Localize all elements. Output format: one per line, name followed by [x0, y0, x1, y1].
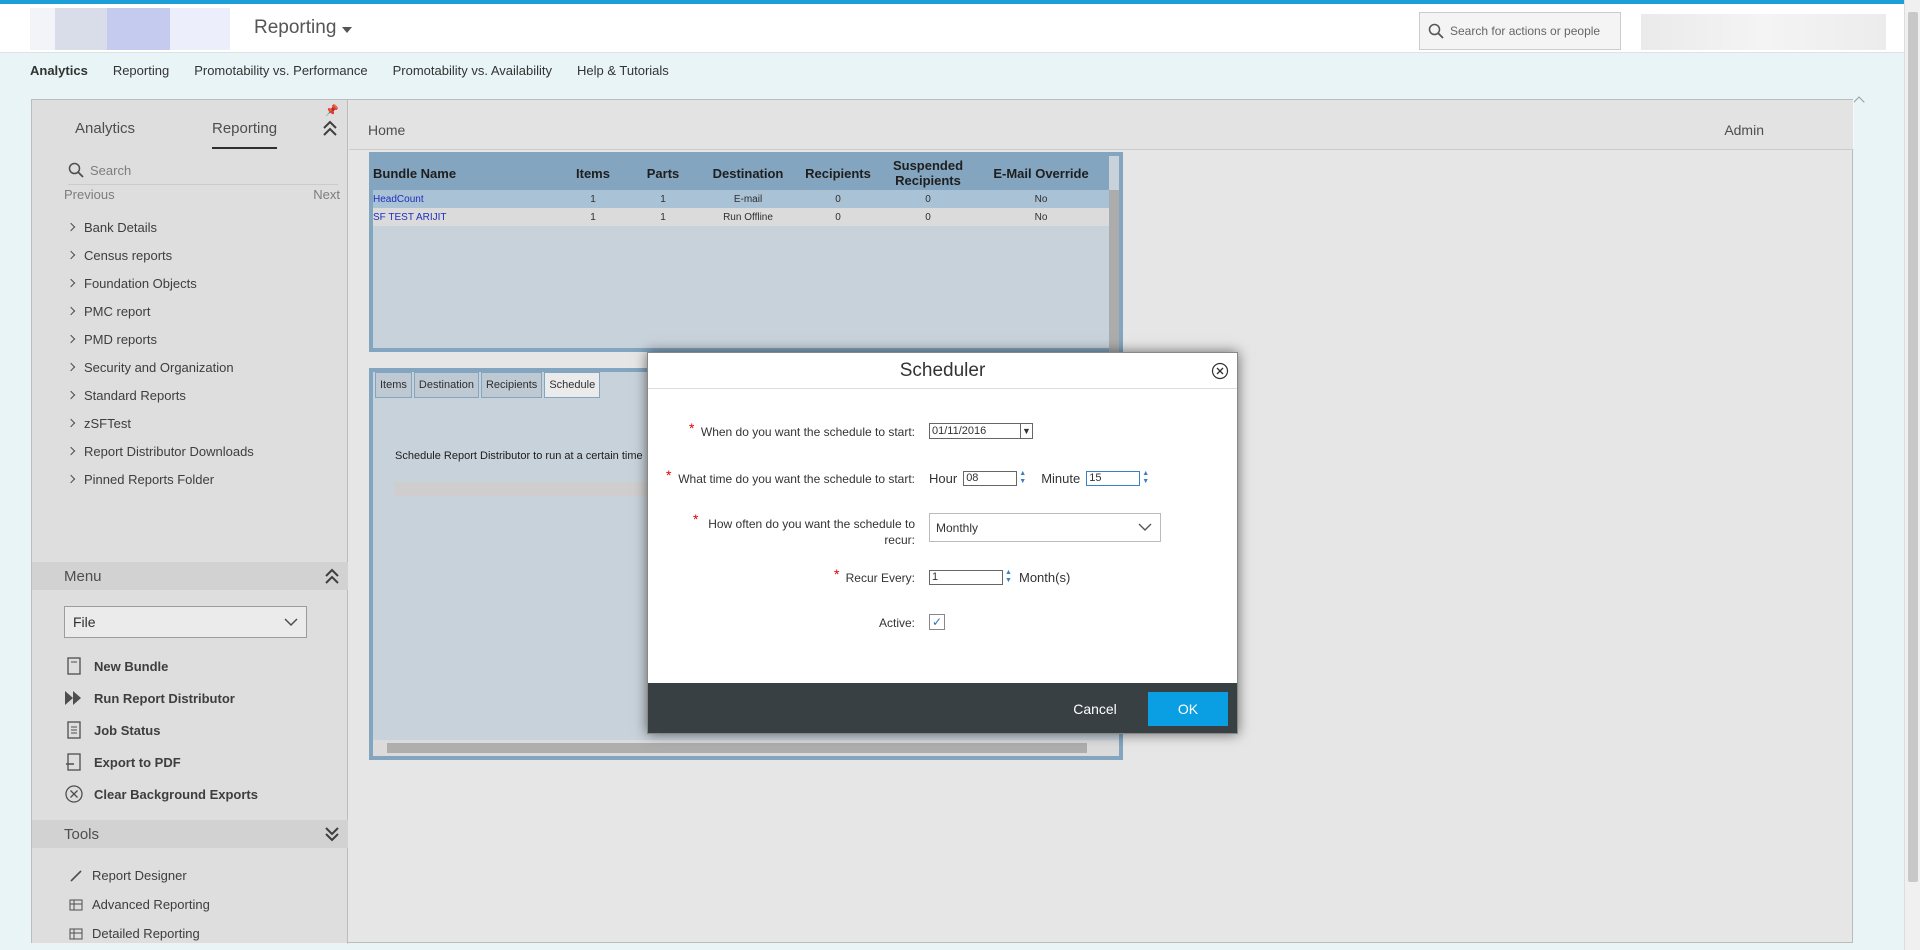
active-checkbox[interactable]: ✓ [929, 614, 945, 630]
start-time-label: What time do you want the schedule to st… [678, 472, 915, 486]
cancel-button[interactable]: Cancel [1068, 692, 1122, 726]
required-marker: * [693, 511, 699, 527]
page-scrollbar[interactable] [1904, 0, 1920, 950]
recur-every-stepper[interactable]: ▲ ▼ [1005, 569, 1013, 585]
app-menu-label: Reporting [254, 17, 337, 38]
nav-help-tutorials[interactable]: Help & Tutorials [577, 63, 669, 78]
dropdown-arrow-icon[interactable]: ▼ [1020, 424, 1032, 438]
header-bar: Reporting Search for actions or people [0, 4, 1904, 53]
minute-stepper[interactable]: ▲ ▼ [1142, 470, 1150, 486]
company-logo[interactable] [30, 8, 230, 50]
required-marker: * [834, 566, 840, 582]
collapse-up-icon[interactable] [1853, 96, 1865, 108]
recurrence-label-line2: recur: [884, 533, 915, 547]
recurrence-select[interactable]: Monthly [929, 513, 1161, 542]
recur-every-value: 1 [932, 571, 939, 583]
required-marker: * [666, 467, 672, 483]
hour-label: Hour [929, 470, 958, 486]
minute-label: Minute [1041, 470, 1081, 486]
chevron-down-icon [342, 26, 353, 33]
dialog-footer: Cancel OK [648, 683, 1237, 733]
app-menu-dropdown[interactable]: Reporting [254, 17, 353, 39]
recur-every-input[interactable]: 1 [929, 569, 1003, 585]
hour-input[interactable]: 08 [963, 470, 1018, 486]
nav-promotability-performance[interactable]: Promotability vs. Performance [194, 63, 367, 78]
nav-reporting[interactable]: Reporting [113, 63, 169, 78]
recurrence-value: Monthly [936, 520, 979, 535]
chevron-down-icon [1138, 523, 1152, 531]
global-search-input[interactable]: Search for actions or people [1419, 12, 1621, 50]
search-icon [1428, 23, 1444, 39]
nav-analytics[interactable]: Analytics [30, 63, 88, 78]
active-label: Active: [878, 616, 915, 630]
start-date-value: 01/11/2016 [932, 425, 987, 437]
start-date-field[interactable]: 01/11/2016 ▼ [929, 423, 1033, 439]
close-icon[interactable] [1211, 362, 1229, 380]
user-profile-area[interactable] [1641, 14, 1886, 50]
nav-promotability-availability[interactable]: Promotability vs. Availability [393, 63, 552, 78]
required-marker: * [689, 420, 695, 436]
minute-input[interactable]: 15 [1086, 470, 1141, 486]
ok-button[interactable]: OK [1148, 692, 1228, 726]
checkmark-icon: ✓ [931, 615, 943, 629]
start-date-label: When do you want the schedule to start: [700, 425, 915, 439]
minute-value: 15 [1089, 472, 1102, 484]
scheduler-dialog: Scheduler * When do you want the schedul… [647, 352, 1238, 734]
hour-value: 08 [966, 472, 979, 484]
top-nav: Analytics Reporting Promotability vs. Pe… [0, 54, 1904, 86]
recur-every-unit: Month(s) [1019, 569, 1071, 585]
recur-every-label: Recur Every: [845, 571, 915, 585]
hour-stepper[interactable]: ▲ ▼ [1019, 470, 1027, 486]
search-placeholder: Search for actions or people [1450, 24, 1601, 38]
recurrence-label: How often do you want the schedule to rec… [708, 516, 915, 548]
scrollbar-thumb[interactable] [1908, 12, 1918, 882]
dialog-title: Scheduler [648, 353, 1237, 389]
recurrence-label-line1: How often do you want the schedule to [708, 517, 915, 531]
